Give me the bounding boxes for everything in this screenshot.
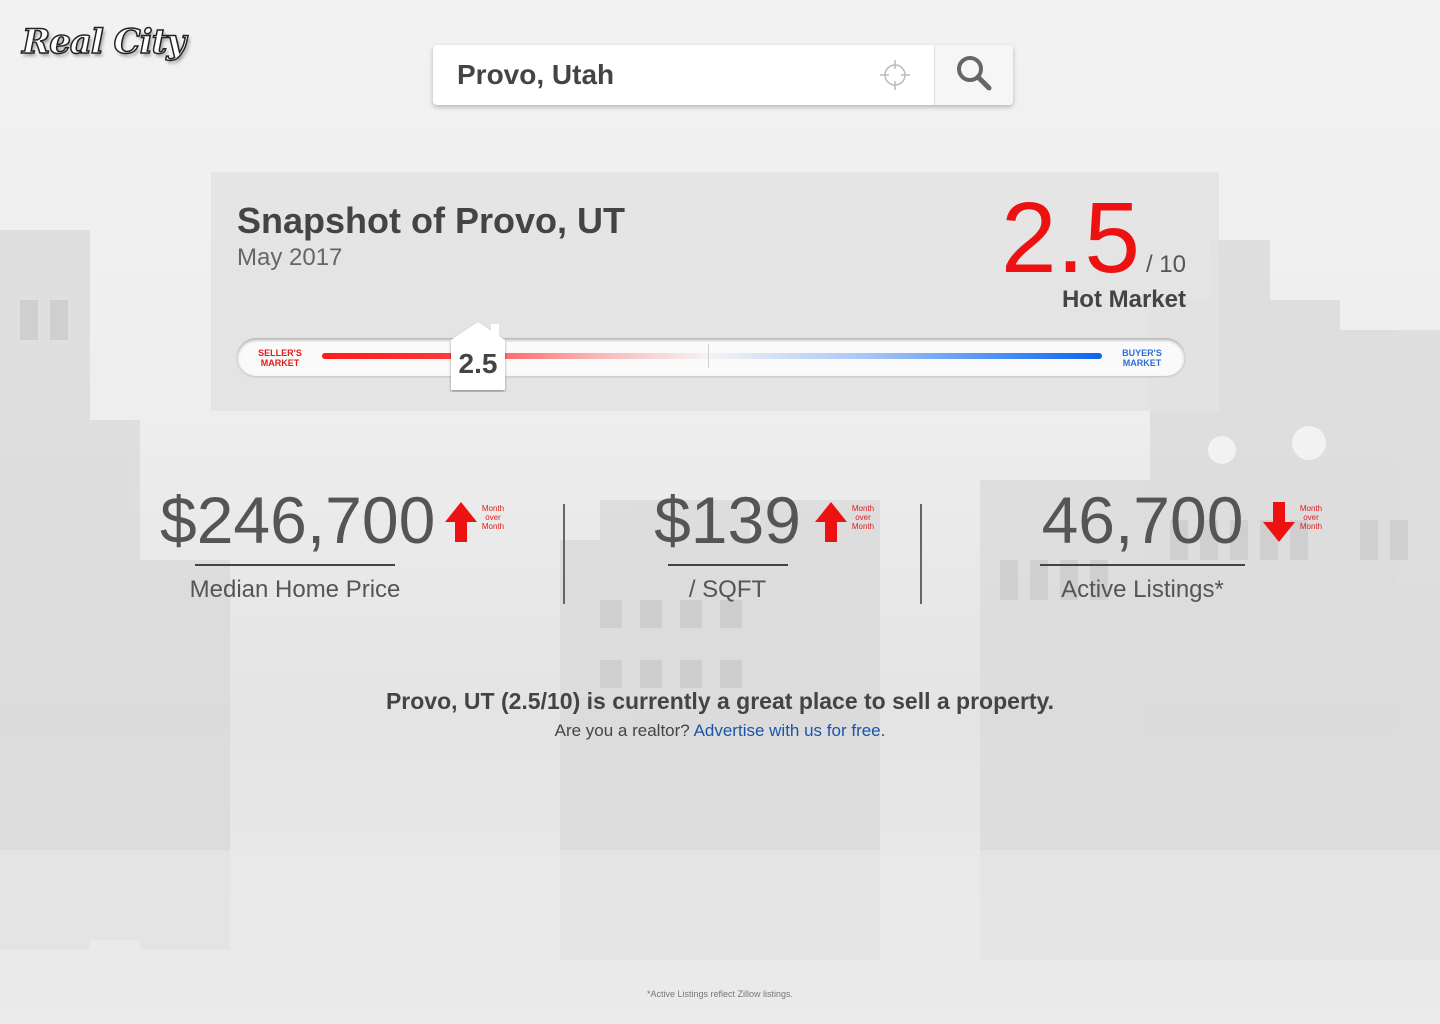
stat-underline [1040,564,1245,566]
realtor-question: Are you a realtor? [554,721,690,740]
location-search-bar [433,45,1013,105]
market-snapshot-card: Snapshot of Provo, UT May 2017 2.5/ 10 H… [211,172,1219,411]
trend-label: Month over Month [851,504,875,531]
market-status-label: Hot Market [1061,286,1186,313]
stats-divider [920,504,922,604]
stat-label: Active Listings* [1061,576,1224,603]
market-summary: Provo, UT (2.5/10) is currently a great … [0,688,1440,741]
stat-value: 46,700 [1041,483,1244,557]
slider-midpoint [708,344,709,368]
market-score-value: 2.5 [1000,182,1140,294]
magnifier-icon [954,53,994,98]
trend-label: Month over Month [481,504,505,531]
listings-footnote: *Active Listings reflect Zillow listings… [646,989,794,999]
snapshot-date: May 2017 [237,244,343,271]
seller-gradient-bar [322,353,709,359]
stat-underline [667,564,788,566]
trend-down-icon: Month over Month [1262,500,1332,544]
crosshair-icon[interactable] [879,59,911,91]
stat-median-home-price: $246,700 Median Home Price [160,480,436,604]
market-score-slider: SELLER'S MARKET BUYER'S MARKET [237,338,1185,376]
market-score: 2.5/ 10 [1001,188,1186,288]
advertise-link[interactable]: Advertise with us for free [694,721,881,740]
stat-active-listings: 46,700 Active Listings* [1030,480,1255,604]
sentence-period: . [880,721,886,740]
search-button[interactable] [934,45,1013,105]
market-score-scale: / 10 [1145,251,1186,278]
sellers-market-label: SELLER'S MARKET [258,348,302,368]
trend-label: Month over Month [1299,504,1323,531]
real-city-logo[interactable]: Real City [21,21,187,63]
buyer-gradient-bar [709,353,1102,359]
slider-marker-value: 2.5 [458,348,498,379]
buyers-market-label: BUYER'S MARKET [1122,348,1162,368]
market-stats: $246,700 Median Home Price Month over Mont… [0,480,1440,620]
stat-underline [195,564,395,566]
stats-divider [563,504,565,604]
slider-house-marker[interactable]: 2.5 [449,320,507,392]
stat-label: / SQFT [688,576,767,603]
stat-label: Median Home Price [189,576,401,603]
realtor-prompt: Are you a realtor? Advertise with us for… [0,721,1440,741]
stat-value: $246,700 [160,483,436,557]
stat-price-per-sqft: $139 / SQFT [630,480,825,604]
location-search-input[interactable] [457,47,877,103]
snapshot-title: Snapshot of Provo, UT [237,200,626,241]
trend-up-icon: Month over Month [444,500,514,544]
summary-headline: Provo, UT (2.5/10) is currently a great … [385,688,1055,714]
stat-value: $139 [654,483,801,557]
trend-up-icon: Month over Month [814,500,884,544]
